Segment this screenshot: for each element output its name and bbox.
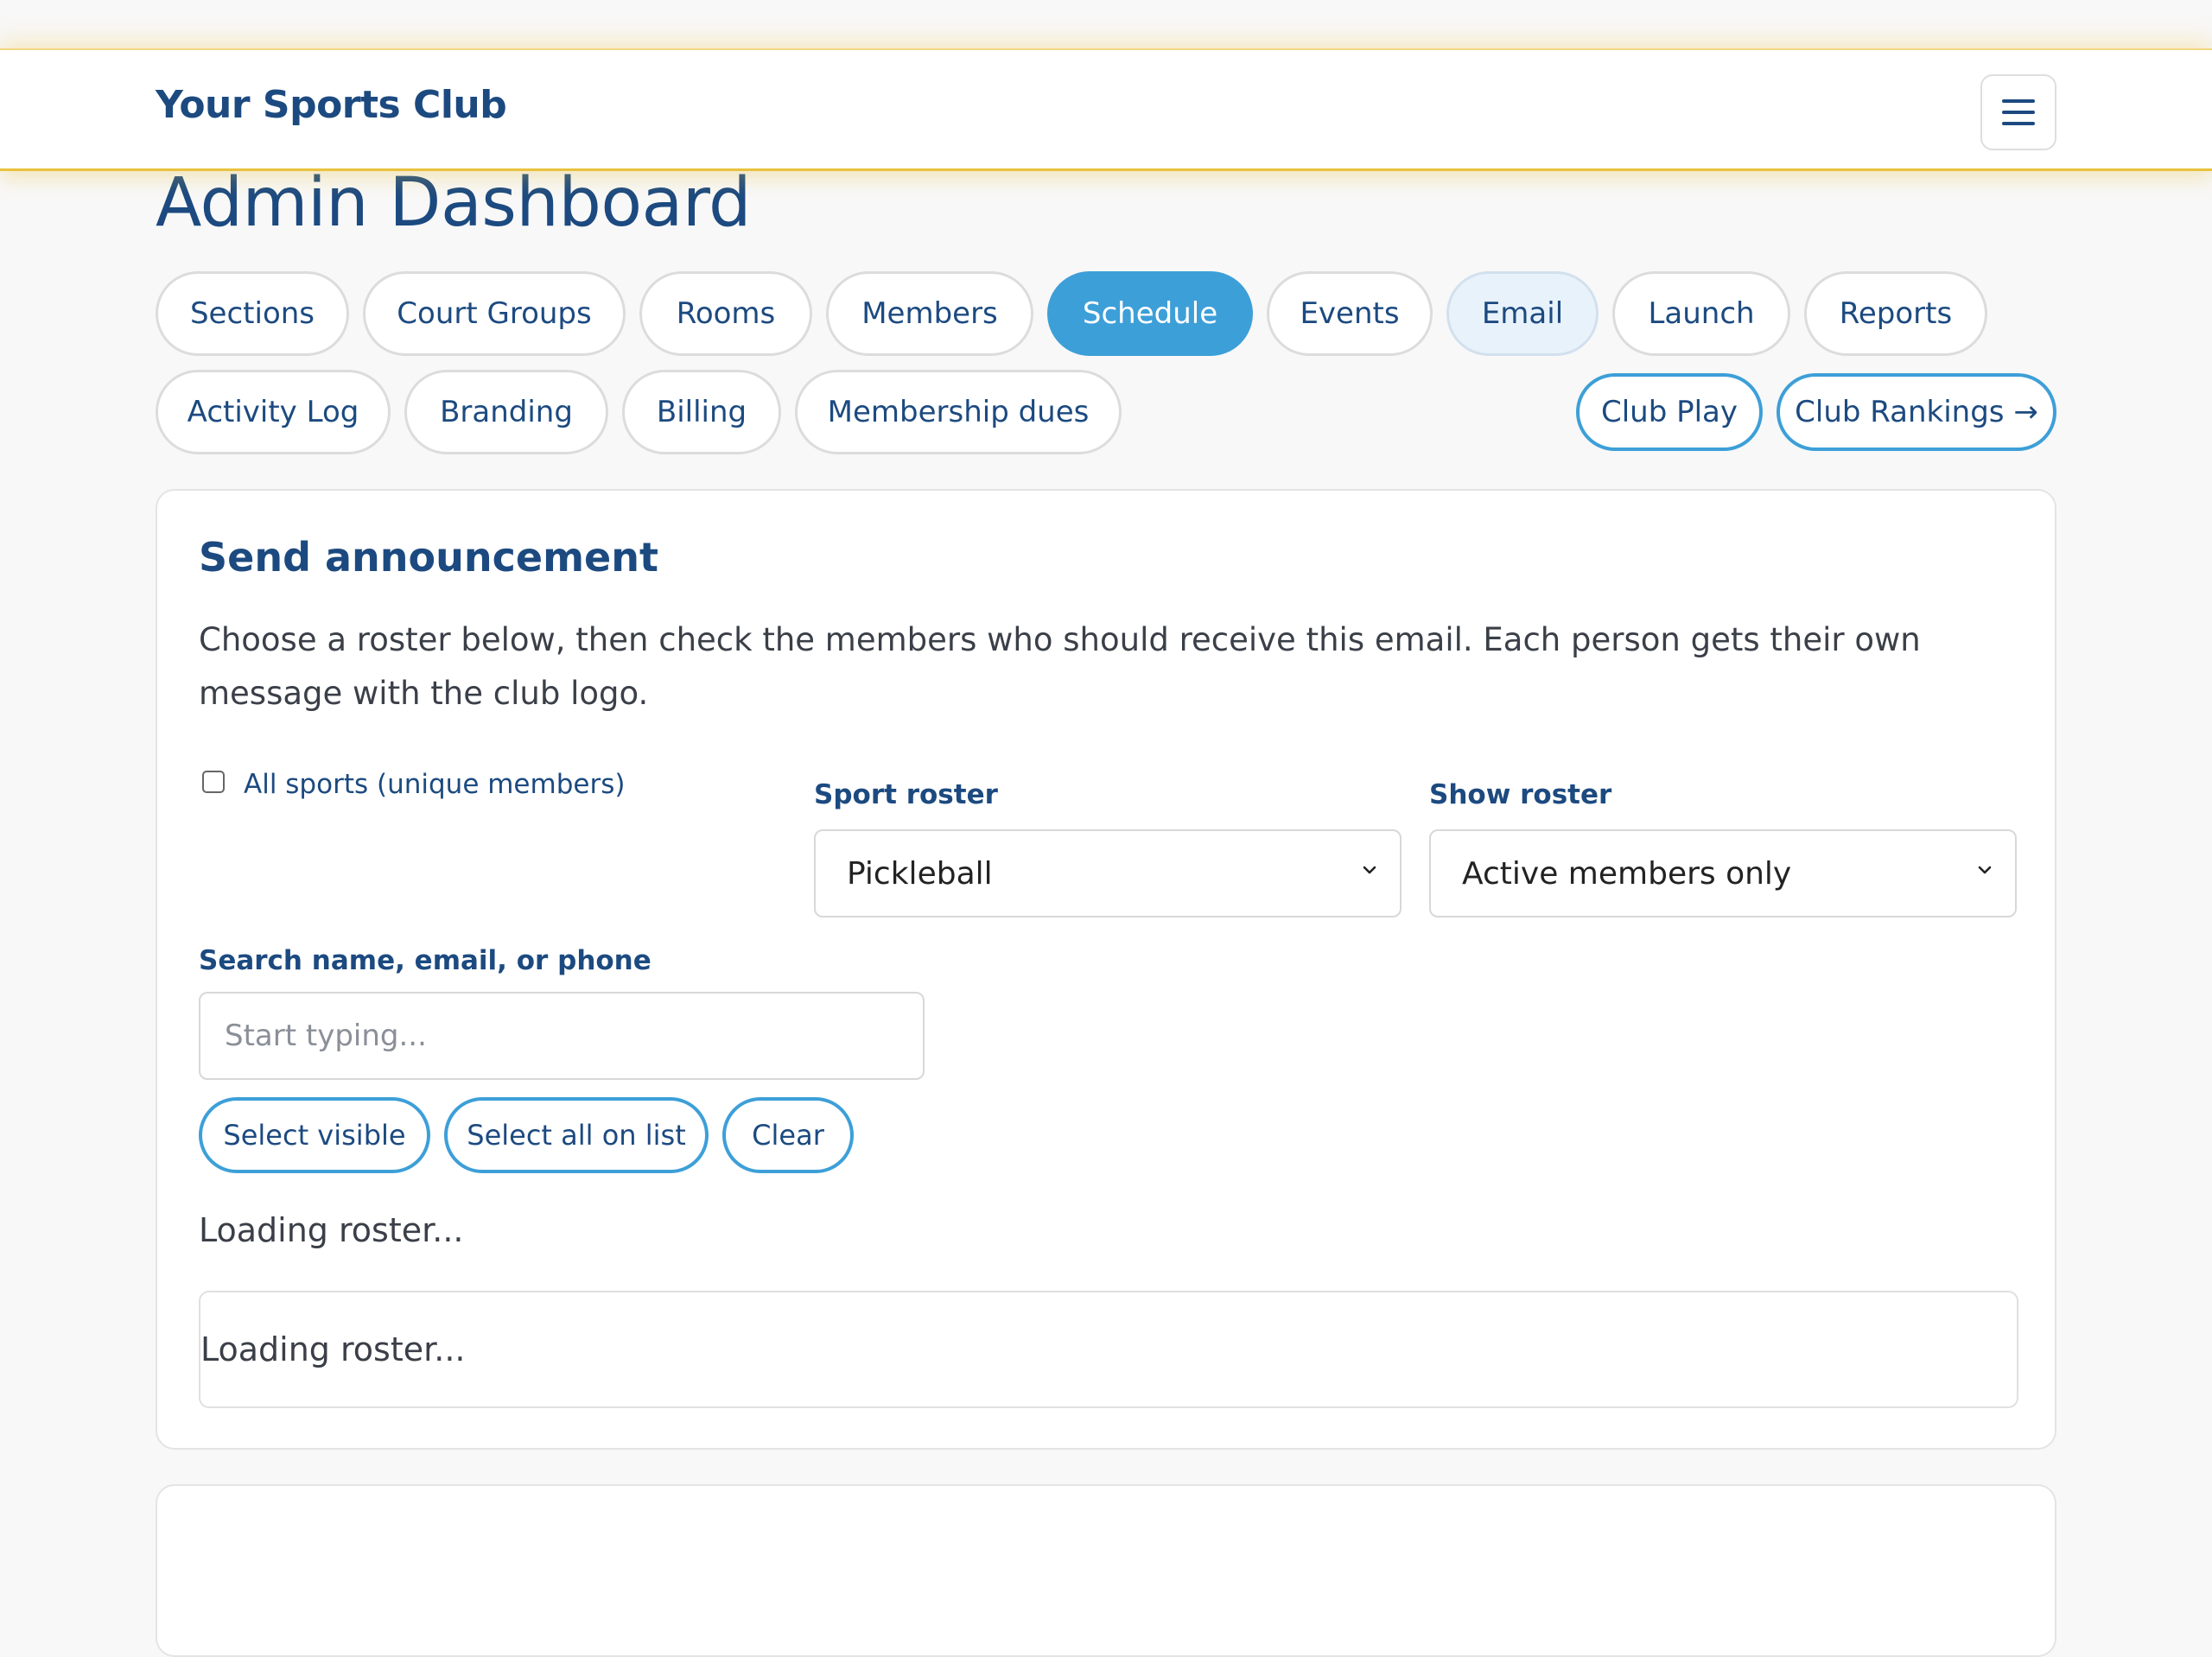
sport-roster-label: Sport roster xyxy=(814,779,998,810)
tab-schedule[interactable]: Schedule xyxy=(1047,271,1253,356)
card-title: Send announcement xyxy=(199,534,658,581)
select-visible-button[interactable]: Select visible xyxy=(199,1097,430,1173)
next-card xyxy=(156,1484,2056,1657)
show-roster-value: Active members only xyxy=(1462,855,1792,892)
show-roster-select[interactable]: Active members only xyxy=(1429,829,2017,917)
tab-reports[interactable]: Reports xyxy=(1804,271,1987,356)
send-announcement-card: Send announcement Choose a roster below,… xyxy=(156,489,2056,1450)
club-play-button[interactable]: Club Play xyxy=(1576,373,1763,451)
clear-button[interactable]: Clear xyxy=(722,1097,854,1173)
all-sports-option[interactable]: All sports (unique members) xyxy=(202,764,625,800)
sport-roster-select[interactable]: Pickleball xyxy=(814,829,1402,917)
tab-events[interactable]: Events xyxy=(1267,271,1433,356)
all-sports-checkbox[interactable] xyxy=(202,771,225,793)
club-rankings-button[interactable]: Club Rankings → xyxy=(1777,373,2056,451)
menu-toggle-button[interactable] xyxy=(1980,74,2056,150)
hamburger-icon xyxy=(2002,99,2035,103)
brand-logo-text[interactable]: Your Sports Club xyxy=(156,83,507,127)
chevron-down-icon xyxy=(1363,866,1376,874)
roster-placeholder: Loading roster... xyxy=(200,1330,466,1368)
tab-activity-log[interactable]: Activity Log xyxy=(156,370,391,454)
roster-list: Loading roster... xyxy=(199,1291,2018,1408)
chevron-down-icon xyxy=(1978,866,1992,874)
search-label: Search name, email, or phone xyxy=(199,945,652,976)
tab-branding[interactable]: Branding xyxy=(404,370,608,454)
tab-sections[interactable]: Sections xyxy=(156,271,349,356)
tab-membership-dues[interactable]: Membership dues xyxy=(795,370,1122,454)
tab-launch[interactable]: Launch xyxy=(1612,271,1790,356)
card-description: Choose a roster below, then check the me… xyxy=(199,621,1921,712)
all-sports-label[interactable]: All sports (unique members) xyxy=(244,769,625,800)
tab-rooms[interactable]: Rooms xyxy=(639,271,812,356)
show-roster-label: Show roster xyxy=(1429,779,1612,810)
sport-roster-value: Pickleball xyxy=(847,855,993,892)
page-title: Admin Dashboard xyxy=(156,164,752,242)
tab-court-groups[interactable]: Court Groups xyxy=(363,271,626,356)
tab-email[interactable]: Email xyxy=(1446,271,1599,356)
search-input[interactable]: Start typing... xyxy=(199,992,925,1080)
roster-status: Loading roster... xyxy=(199,1211,464,1249)
tab-billing[interactable]: Billing xyxy=(622,370,781,454)
top-navbar: Your Sports Club xyxy=(0,48,2212,171)
tab-members[interactable]: Members xyxy=(826,271,1033,356)
search-placeholder: Start typing... xyxy=(225,1019,427,1053)
select-all-button[interactable]: Select all on list xyxy=(444,1097,709,1173)
